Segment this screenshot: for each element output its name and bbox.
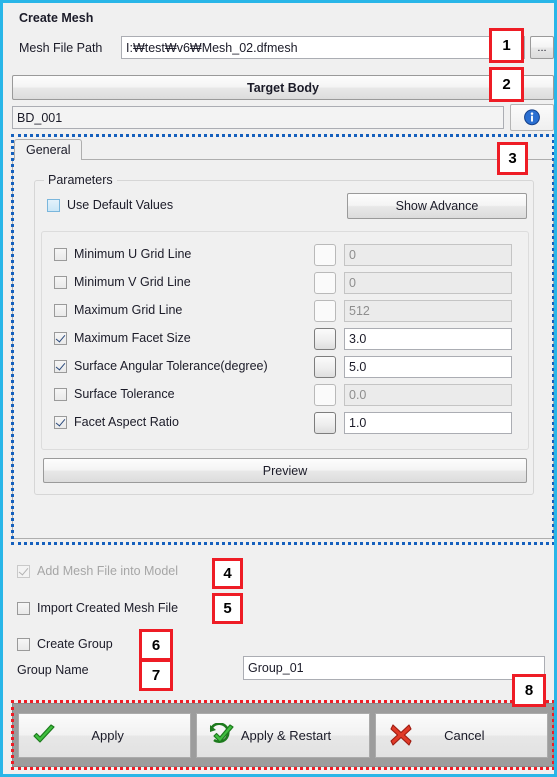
create-group-label: Create Group xyxy=(37,637,113,651)
parameter-row: Minimum U Grid Line 0 xyxy=(42,242,528,268)
green-check-refresh-icon xyxy=(207,723,237,747)
parameter-label: Minimum U Grid Line xyxy=(74,247,192,261)
info-button[interactable] xyxy=(510,104,554,131)
parameter-checkbox-row[interactable]: Minimum U Grid Line xyxy=(54,247,191,261)
add-mesh-file-checkbox xyxy=(17,564,30,578)
red-x-icon xyxy=(386,723,416,747)
parameter-pick-button[interactable] xyxy=(314,356,336,378)
parameter-checkbox-row[interactable]: Minimum V Grid Line xyxy=(54,275,191,289)
parameters-group-title: Parameters xyxy=(44,173,117,187)
action-bar: Apply Apply & Restart Cancel xyxy=(12,703,554,767)
add-mesh-file-row: Add Mesh File into Model xyxy=(17,564,178,578)
create-group-row[interactable]: Create Group xyxy=(17,637,113,651)
parameter-label: Maximum Facet Size xyxy=(74,331,191,345)
parameter-checkbox-row[interactable]: Facet Aspect Ratio xyxy=(54,415,179,429)
parameter-checkbox-row[interactable]: Surface Tolerance xyxy=(54,387,175,401)
annotation-badge-4: 4 xyxy=(212,558,243,589)
parameter-checkbox-row[interactable]: Surface Angular Tolerance(degree) xyxy=(54,359,268,373)
parameter-checkbox[interactable] xyxy=(54,331,67,345)
parameter-value-input[interactable]: 1.0 xyxy=(344,412,512,434)
parameters-groupbox: Parameters Use Default Values Show Advan… xyxy=(34,173,534,495)
parameter-pick-button[interactable] xyxy=(314,300,336,322)
parameter-value-input[interactable]: 5.0 xyxy=(344,356,512,378)
apply-button[interactable]: Apply xyxy=(18,712,192,758)
target-body-button[interactable]: Target Body xyxy=(12,75,554,100)
group-name-input[interactable]: Group_01 xyxy=(243,656,545,680)
apply-restart-label: Apply & Restart xyxy=(240,727,332,743)
parameter-value-input[interactable]: 0 xyxy=(344,244,512,266)
parameter-rows-panel: Minimum U Grid Line 0 Minimum V Grid Line 0… xyxy=(41,231,529,450)
create-group-checkbox[interactable] xyxy=(17,637,30,651)
general-tab-control: General Parameters Use Default Values Sh… xyxy=(12,137,554,539)
parameter-checkbox-row[interactable]: Maximum Facet Size xyxy=(54,331,191,345)
tab-page-general: Parameters Use Default Values Show Advan… xyxy=(12,160,554,539)
parameter-label: Surface Angular Tolerance(degree) xyxy=(74,359,268,373)
parameter-pick-button[interactable] xyxy=(314,412,336,434)
show-advance-button[interactable]: Show Advance xyxy=(347,193,527,219)
parameter-checkbox[interactable] xyxy=(54,303,67,317)
annotation-badge-1: 1 xyxy=(489,28,524,63)
parameter-pick-button[interactable] xyxy=(314,384,336,406)
cancel-button[interactable]: Cancel xyxy=(374,712,548,758)
annotation-badge-2: 2 xyxy=(489,67,524,102)
parameter-pick-button[interactable] xyxy=(314,272,336,294)
parameter-row: Maximum Facet Size 3.0 xyxy=(42,326,528,352)
annotation-badge-6: 6 xyxy=(139,629,173,661)
parameter-checkbox[interactable] xyxy=(54,387,67,401)
create-mesh-dialog: Create Mesh Mesh File Path I:₩test₩v6₩Me… xyxy=(0,0,557,777)
green-check-icon xyxy=(29,723,59,747)
annotation-badge-7: 7 xyxy=(139,659,173,691)
cancel-label: Cancel xyxy=(444,727,485,743)
parameter-value-input[interactable]: 0 xyxy=(344,272,512,294)
parameter-label: Minimum V Grid Line xyxy=(74,275,191,289)
add-mesh-file-label: Add Mesh File into Model xyxy=(37,564,179,578)
mesh-file-path-input[interactable]: I:₩test₩v6₩Mesh_02.dfmesh xyxy=(121,36,525,59)
use-default-values-checkbox[interactable] xyxy=(47,198,60,212)
parameter-checkbox-row[interactable]: Maximum Grid Line xyxy=(54,303,182,317)
tab-strip xyxy=(12,137,554,160)
mesh-file-path-label: Mesh File Path xyxy=(19,41,103,55)
parameter-row: Maximum Grid Line 512 xyxy=(42,298,528,324)
parameter-row: Surface Tolerance 0.0 xyxy=(42,382,528,408)
parameter-checkbox[interactable] xyxy=(54,415,67,429)
group-name-label: Group Name xyxy=(17,663,89,677)
parameter-checkbox[interactable] xyxy=(54,275,67,289)
import-created-mesh-checkbox[interactable] xyxy=(17,601,30,615)
parameter-row: Minimum V Grid Line 0 xyxy=(42,270,528,296)
info-icon xyxy=(524,108,540,125)
use-default-values-label: Use Default Values xyxy=(67,198,174,212)
parameter-value-input[interactable]: 3.0 xyxy=(344,328,512,350)
parameter-row: Surface Angular Tolerance(degree) 5.0 xyxy=(42,354,528,380)
annotation-badge-3: 3 xyxy=(497,142,528,175)
apply-label: Apply xyxy=(91,727,124,743)
apply-restart-button[interactable]: Apply & Restart xyxy=(196,712,370,758)
tab-general[interactable]: General xyxy=(14,139,83,161)
parameter-pick-button[interactable] xyxy=(314,244,336,266)
parameter-label: Surface Tolerance xyxy=(74,387,175,401)
use-default-values-row[interactable]: Use Default Values xyxy=(47,198,173,212)
parameter-value-input[interactable]: 512 xyxy=(344,300,512,322)
parameter-label: Maximum Grid Line xyxy=(74,303,183,317)
parameter-value-input[interactable]: 0.0 xyxy=(344,384,512,406)
preview-button[interactable]: Preview xyxy=(43,458,527,483)
target-body-value[interactable]: BD_001 xyxy=(12,106,504,129)
parameter-label: Facet Aspect Ratio xyxy=(74,415,179,429)
annotation-badge-8: 8 xyxy=(512,674,546,707)
parameter-pick-button[interactable] xyxy=(314,328,336,350)
parameter-checkbox[interactable] xyxy=(54,359,67,373)
dialog-title: Create Mesh xyxy=(19,11,94,25)
parameter-row: Facet Aspect Ratio 1.0 xyxy=(42,410,528,436)
browse-button[interactable]: ... xyxy=(530,36,554,59)
import-created-mesh-row[interactable]: Import Created Mesh File xyxy=(17,601,178,615)
parameter-checkbox[interactable] xyxy=(54,247,67,261)
import-created-mesh-label: Import Created Mesh File xyxy=(37,601,179,615)
annotation-badge-5: 5 xyxy=(212,593,243,624)
